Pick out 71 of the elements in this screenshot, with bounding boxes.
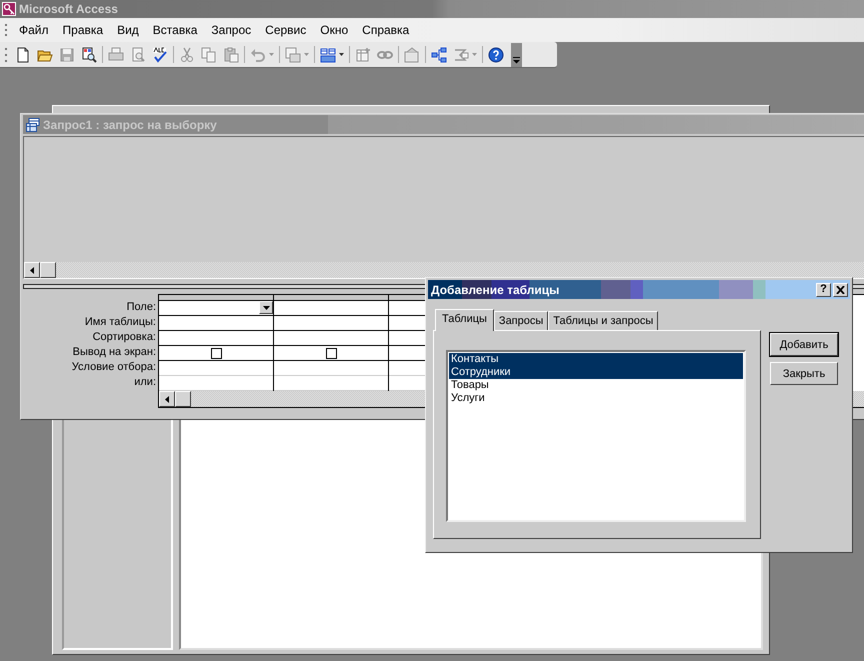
menu-item[interactable]: Окно — [313, 21, 356, 39]
menu-item[interactable]: Сервис — [258, 21, 314, 39]
tab[interactable]: Запросы — [494, 311, 548, 330]
menu-item[interactable]: Вставка — [146, 21, 204, 39]
menu-item[interactable]: Запрос — [204, 21, 258, 39]
list-item[interactable]: Контакты — [449, 353, 743, 366]
scissors-icon — [179, 46, 195, 62]
caret-icon — [304, 53, 309, 56]
menu-item[interactable]: Справка — [355, 21, 416, 39]
left-arrow-icon — [30, 266, 34, 274]
row-label: Поле: — [126, 300, 156, 315]
scroll-thumb[interactable] — [175, 391, 191, 407]
query-type-icon — [320, 46, 336, 62]
dialog-button[interactable]: Добавить — [770, 333, 838, 356]
grip-icon — [5, 23, 8, 37]
help-icon — [488, 46, 504, 62]
row-label: Имя таблицы: — [84, 315, 156, 330]
file-search-icon — [81, 46, 97, 62]
grid-cell[interactable] — [274, 346, 388, 361]
print-preview-icon — [130, 46, 146, 62]
left-arrow-icon — [165, 396, 169, 402]
print-icon — [108, 46, 124, 62]
tab[interactable]: Таблицы и запросы — [548, 311, 658, 330]
list-item[interactable]: Сотрудники — [449, 366, 743, 379]
close-icon — [836, 286, 845, 294]
build-icon — [431, 46, 447, 62]
copy-icon — [201, 46, 217, 62]
dialog-title: Добавление таблицы — [431, 282, 560, 296]
dialog-button[interactable]: Закрыть — [770, 362, 838, 385]
undo-icon — [250, 46, 266, 62]
scroll-thumb[interactable] — [40, 262, 56, 278]
row-label: или: — [134, 375, 156, 390]
row-label: Сортировка: — [92, 330, 156, 345]
row-label: Условие отбора: — [72, 360, 156, 375]
menu-item[interactable]: Файл — [12, 21, 56, 39]
checkbox[interactable] — [326, 348, 336, 358]
scroll-left-button[interactable] — [159, 391, 175, 407]
list-item[interactable]: Товары — [449, 379, 743, 392]
scroll-left-button[interactable] — [24, 262, 40, 278]
grip-icon — [5, 46, 8, 62]
paste-icon — [223, 46, 239, 62]
column-selector[interactable] — [159, 295, 273, 301]
caret-icon — [269, 53, 274, 56]
properties-icon — [404, 46, 420, 62]
dropdown-button[interactable] — [259, 301, 273, 314]
new-document-icon — [15, 46, 31, 62]
grid-cell[interactable] — [159, 346, 273, 361]
caret-icon — [472, 53, 477, 56]
query-icon — [26, 118, 40, 132]
window-title: Запрос1 : запрос на выборку — [43, 118, 217, 132]
tab[interactable]: Таблицы — [435, 309, 494, 331]
help-button[interactable]: ? — [816, 282, 831, 296]
menu-item[interactable]: Вид — [110, 21, 146, 39]
totals-icon — [453, 46, 469, 62]
menu-item[interactable]: Правка — [56, 21, 110, 39]
caret-icon — [262, 306, 270, 310]
app-title: Microsoft Access — [19, 2, 118, 16]
save-icon — [59, 46, 75, 62]
close-button[interactable] — [833, 282, 848, 296]
checkbox[interactable] — [210, 348, 222, 358]
show-table-icon — [355, 46, 371, 62]
view-icon — [285, 46, 301, 62]
key-icon — [2, 2, 16, 16]
toolbar-options-button[interactable] — [511, 42, 522, 66]
column-selector[interactable] — [274, 295, 388, 301]
list-item[interactable]: Услуги — [449, 392, 743, 405]
grid-cell[interactable] — [159, 301, 273, 316]
row-label: Вывод на экран: — [72, 345, 156, 360]
spelling-icon — [152, 46, 168, 62]
caret-icon — [513, 56, 520, 64]
caret-icon — [339, 53, 344, 56]
